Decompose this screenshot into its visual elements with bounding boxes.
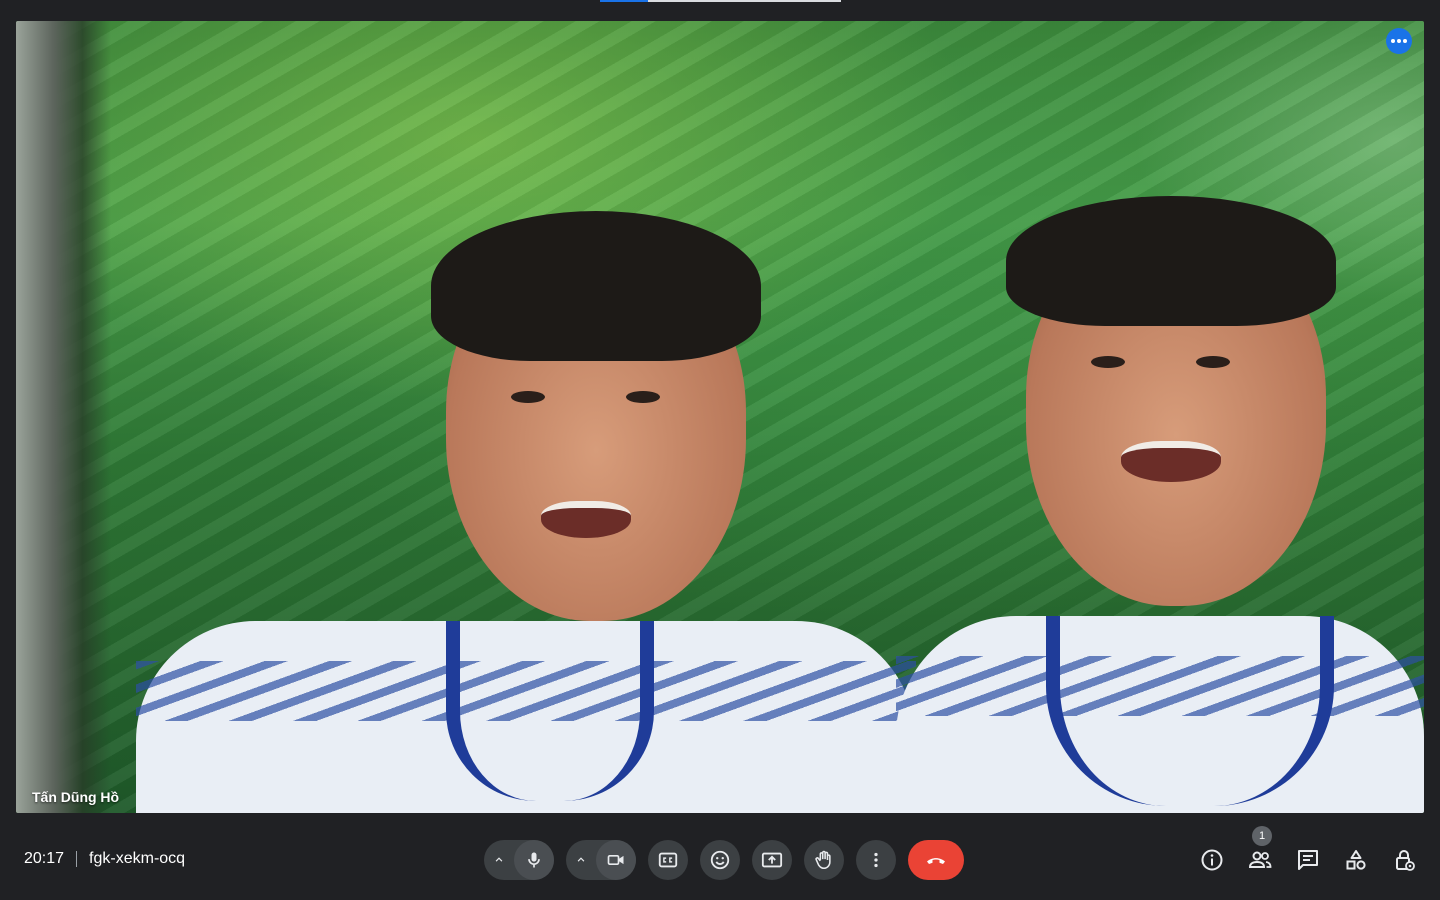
activities-icon bbox=[1346, 850, 1366, 870]
chat-button[interactable] bbox=[1288, 840, 1328, 880]
hand-icon bbox=[815, 850, 831, 870]
video-background-edge bbox=[16, 21, 111, 813]
tile-more-options-button[interactable] bbox=[1386, 28, 1412, 54]
mic-control bbox=[484, 840, 554, 880]
host-controls-icon bbox=[1396, 850, 1415, 871]
video-options-chevron[interactable] bbox=[566, 840, 596, 880]
emoji-icon bbox=[710, 850, 730, 870]
meeting-time: 20:17 bbox=[24, 850, 65, 867]
right-toolbar: 1 bbox=[1192, 826, 1432, 880]
info-icon bbox=[1201, 849, 1223, 871]
chevron-up-icon bbox=[495, 857, 503, 862]
meeting-code: fgk-xekm-ocq bbox=[89, 850, 186, 867]
mic-icon bbox=[528, 852, 540, 868]
mic-button[interactable] bbox=[514, 840, 554, 880]
camera-control bbox=[566, 840, 636, 880]
people-icon bbox=[1248, 851, 1272, 868]
more-options-button[interactable] bbox=[856, 840, 896, 880]
bottom-toolbar: 20:17 fgk-xekm-ocq 1 bbox=[0, 820, 1440, 900]
audio-options-chevron[interactable] bbox=[484, 840, 514, 880]
video-person-left bbox=[126, 201, 926, 813]
videocam-icon bbox=[607, 855, 624, 865]
call-end-icon bbox=[927, 858, 945, 864]
meeting-details-button[interactable] bbox=[1192, 840, 1232, 880]
end-call-button[interactable] bbox=[908, 840, 964, 880]
people-button[interactable]: 1 bbox=[1240, 826, 1280, 880]
chat-icon bbox=[1298, 850, 1318, 870]
top-progress-bar bbox=[600, 0, 841, 2]
top-progress-fill bbox=[600, 0, 649, 2]
raise-hand-button[interactable] bbox=[804, 840, 844, 880]
reactions-button[interactable] bbox=[700, 840, 740, 880]
video-person-right bbox=[896, 196, 1424, 813]
participant-name-label: Tấn Dũng Hồ bbox=[32, 789, 120, 805]
participant-video-tile[interactable]: Tấn Dũng Hồ bbox=[16, 21, 1424, 813]
captions-button[interactable] bbox=[648, 840, 688, 880]
more-vert-icon bbox=[874, 852, 878, 868]
closed-caption-icon bbox=[658, 852, 678, 868]
activities-button[interactable] bbox=[1336, 840, 1376, 880]
call-controls bbox=[484, 840, 964, 880]
present-screen-icon bbox=[761, 852, 783, 868]
meeting-info: 20:17 fgk-xekm-ocq bbox=[24, 850, 185, 868]
chevron-up-icon bbox=[577, 857, 585, 862]
camera-button[interactable] bbox=[596, 840, 636, 880]
meeting-info-divider bbox=[76, 851, 78, 867]
people-count-badge: 1 bbox=[1252, 826, 1272, 846]
host-controls-button[interactable] bbox=[1384, 840, 1424, 880]
present-screen-button[interactable] bbox=[752, 840, 792, 880]
